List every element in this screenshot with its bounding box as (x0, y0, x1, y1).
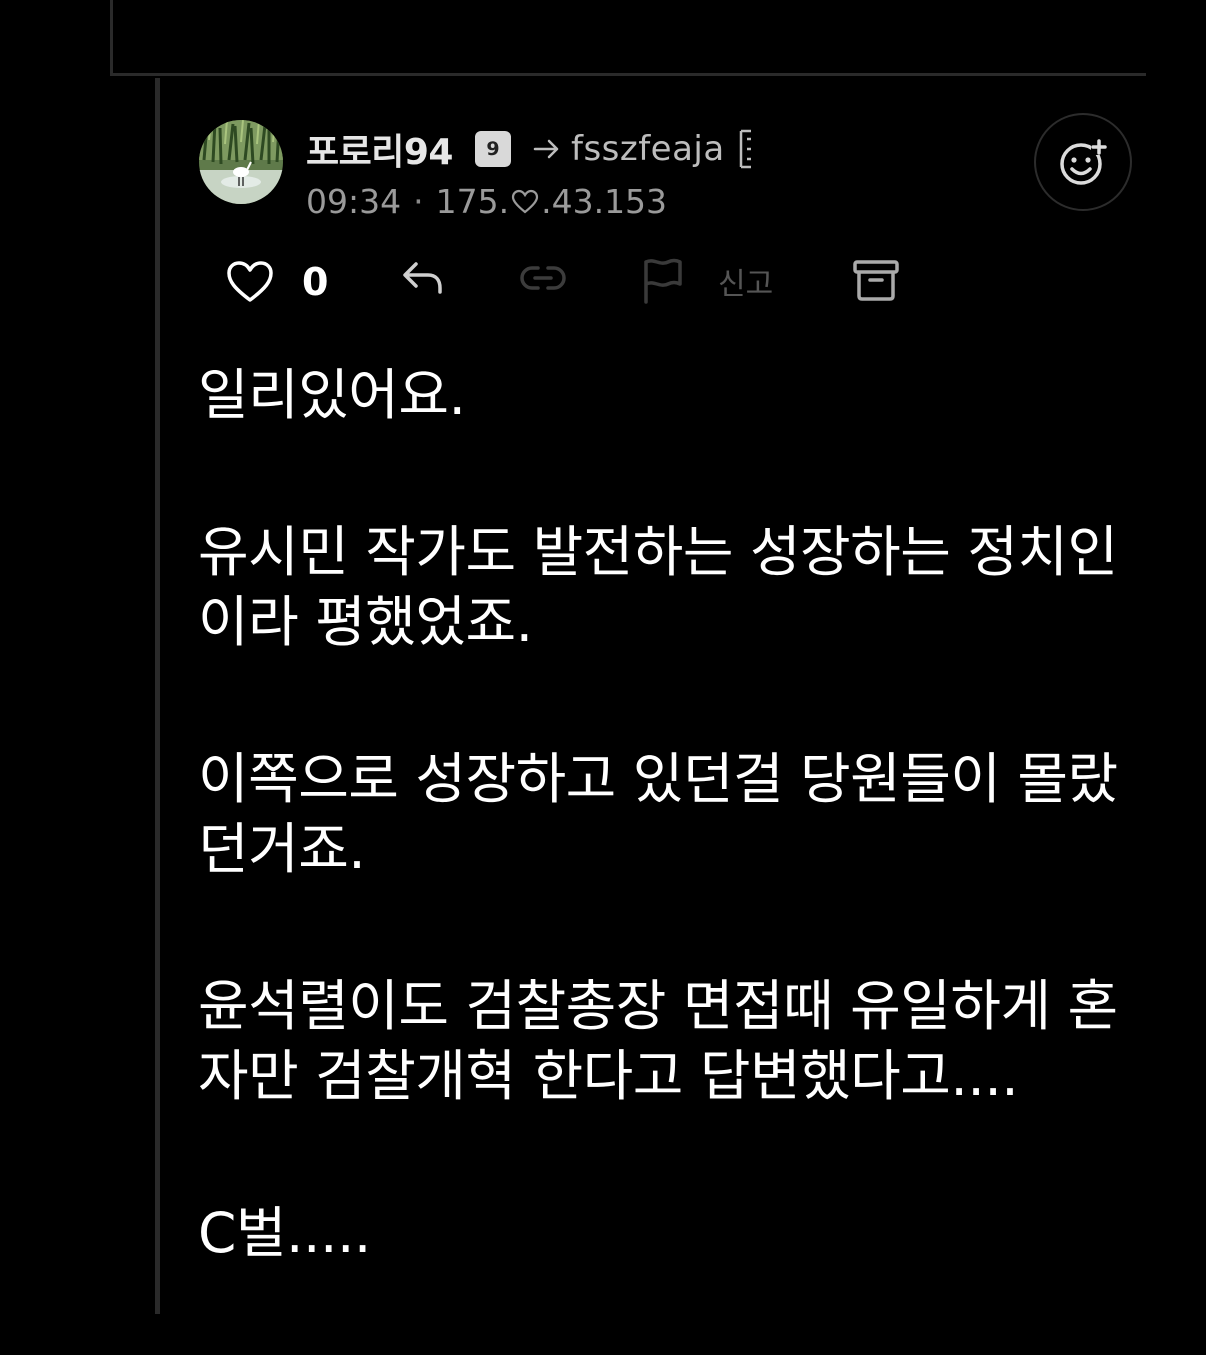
comment-time: 09:34 (306, 182, 402, 221)
author-row: 포로리94 9 fsszfeaja (306, 124, 757, 174)
heart-icon (227, 261, 273, 302)
avatar[interactable] (199, 120, 283, 204)
heart-icon (511, 189, 539, 213)
meta-separator: · (413, 182, 424, 221)
level-badge: 9 (474, 131, 511, 167)
like-button[interactable]: 0 (226, 260, 328, 304)
ip-prefix: 175. (435, 182, 510, 221)
arrow-right-icon (533, 139, 559, 159)
add-reaction-button[interactable] (1034, 113, 1132, 211)
reply-icon (403, 262, 442, 294)
comment-paragraph: 이쪽으로 성장하고 있던걸 당원들이 몰랐던거죠. (198, 747, 1118, 881)
comment-body: 일리있어요. 유시민 작가도 발전하는 성장하는 정치인이라 평했었죠. 이쪽으… (198, 360, 1118, 1355)
archive-button[interactable] (852, 258, 900, 302)
comment-paragraph: C벌..... (198, 1201, 371, 1265)
previous-comment-box (110, 0, 1146, 76)
archive-icon (853, 260, 899, 301)
comment-paragraph: 일리있어요. (198, 363, 466, 427)
link-icon (520, 266, 566, 290)
copy-link-button[interactable] (518, 258, 568, 298)
report-button[interactable]: 신고 (640, 256, 773, 306)
comment-paragraph: 유시민 작가도 발전하는 성장하는 정치인이라 평했었죠. (198, 520, 1118, 654)
like-count: 0 (302, 260, 329, 304)
comment-actions: 0 신고 (0, 252, 1206, 312)
user-badge-icon (739, 129, 751, 169)
author-name[interactable]: 포로리94 (306, 123, 453, 175)
comment-meta: 09:34 · 175. .43.153 (306, 182, 667, 221)
report-label: 신고 (718, 267, 774, 302)
comment-paragraph: 윤석렬이도 검찰총장 면접때 유일하게 혼자만 검찰개혁 한다고 답변했다고..… (198, 974, 1118, 1108)
reply-target[interactable]: fsszfeaja (571, 129, 725, 169)
flag-icon (644, 258, 682, 304)
reply-button[interactable] (400, 258, 446, 298)
ip-suffix: .43.153 (541, 182, 668, 221)
add-emoji-icon (1060, 139, 1107, 185)
